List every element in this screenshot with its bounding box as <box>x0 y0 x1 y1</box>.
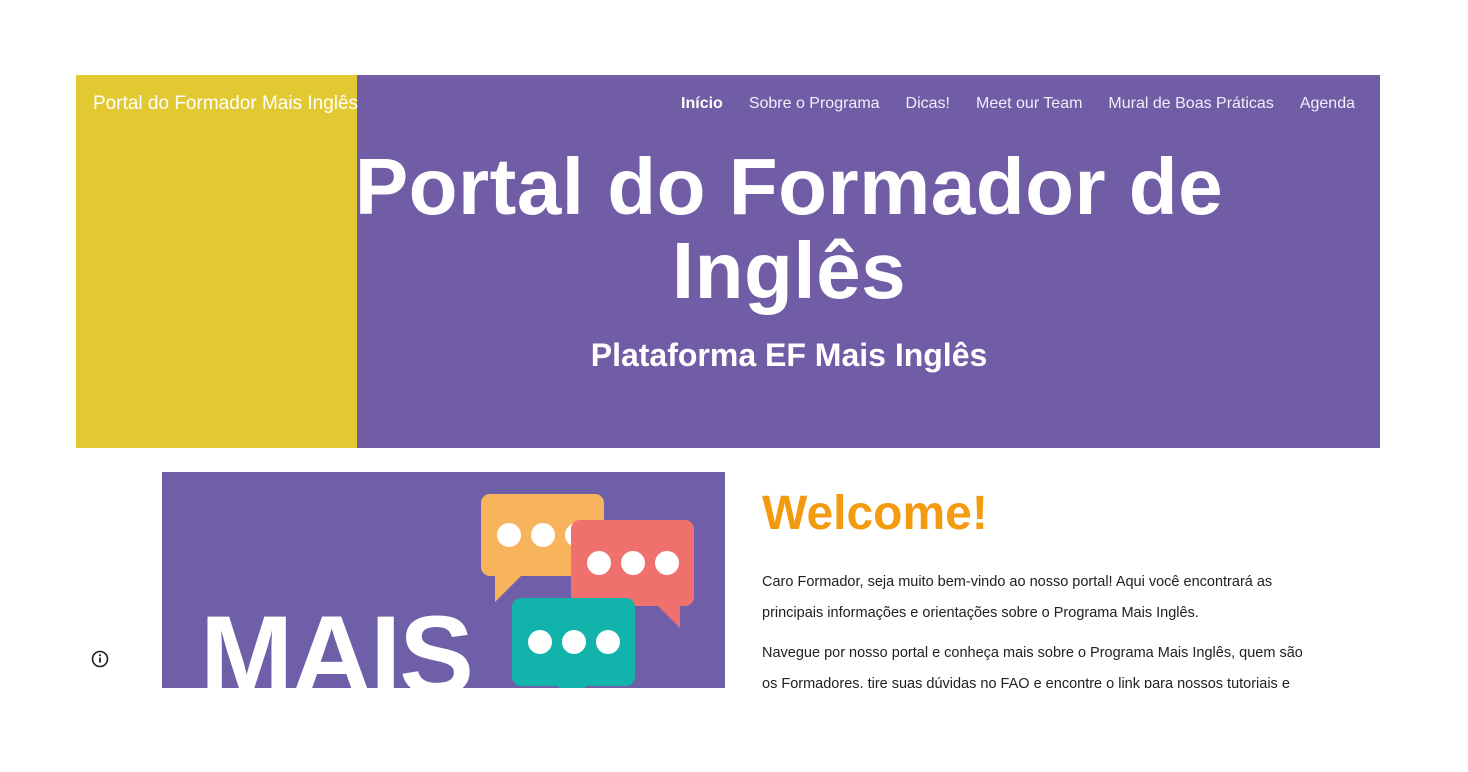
info-button[interactable] <box>90 649 110 669</box>
mais-ingles-promo-image: MAIS <box>162 472 725 688</box>
nav-item-meet-our-team[interactable]: Meet our Team <box>976 95 1082 112</box>
hero-subtitle: Plataforma EF Mais Inglês <box>590 337 988 373</box>
welcome-paragraph: Caro Formador, seja muito bem-vindo ao n… <box>762 574 1273 621</box>
site-title-link[interactable]: Portal do Formador Mais Inglês <box>93 93 358 115</box>
page-bottom-area <box>0 688 1468 772</box>
hero-banner: Portal do Formador Mais Inglês Início So… <box>76 75 1380 448</box>
info-icon <box>91 650 109 668</box>
nav-item-inicio[interactable]: Início <box>681 95 723 112</box>
nav-item-agenda[interactable]: Agenda <box>1300 95 1355 112</box>
nav-item-mural-de-boas-praticas[interactable]: Mural de Boas Práticas <box>1108 95 1273 112</box>
nav-item-dicas[interactable]: Dicas! <box>906 95 950 112</box>
nav-item-sobre-o-programa[interactable]: Sobre o Programa <box>749 95 880 112</box>
promo-logo-text: MAIS <box>200 593 474 689</box>
speech-bubble-teal-icon <box>512 598 635 688</box>
speech-bubble-red-icon <box>571 520 694 628</box>
welcome-heading: Welcome! <box>762 487 988 540</box>
hero-title: Portal do Formador de Inglês <box>354 142 1224 315</box>
main-nav: Início Sobre o Programa Dicas! Meet our … <box>681 95 1355 113</box>
